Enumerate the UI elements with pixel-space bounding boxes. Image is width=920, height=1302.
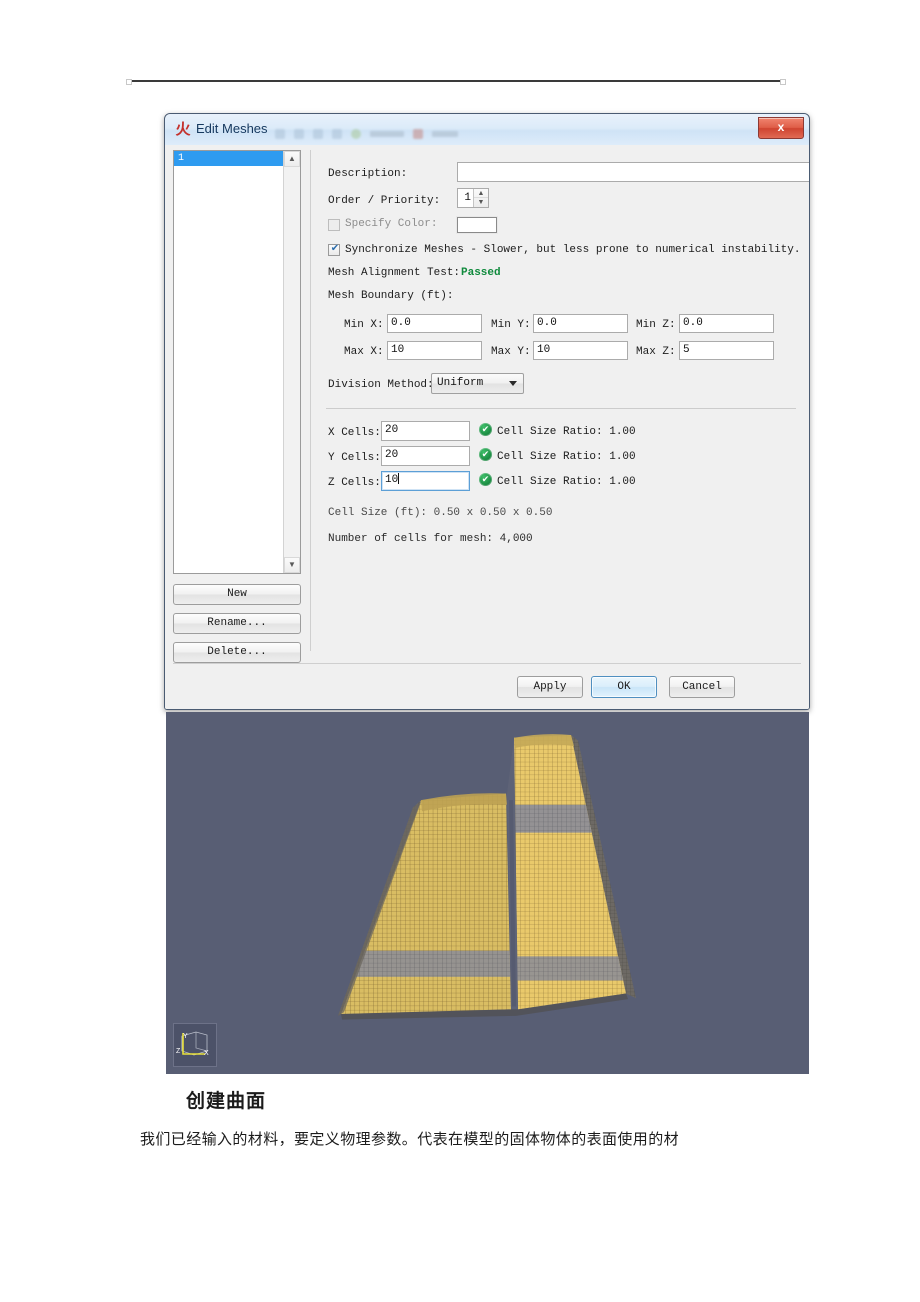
z-cells-label: Z Cells:	[328, 477, 381, 489]
order-priority-label: Order / Priority:	[328, 195, 441, 207]
alignment-test-label: Mesh Alignment Test:	[328, 267, 461, 279]
max-x-input[interactable]: 10	[387, 341, 482, 360]
check-circle-icon	[479, 422, 492, 436]
max-z-label: Max Z:	[636, 346, 676, 358]
axis-gizmo-icon	[181, 1031, 208, 1056]
mesh-list-panel[interactable]: 1 ▲ ▼	[173, 150, 301, 574]
footer-divider	[173, 663, 801, 664]
alignment-test-value: Passed	[461, 267, 501, 279]
document-page: 火 Edit Meshes x 1 ▲ ▼ New Rename... Dele…	[0, 0, 920, 1302]
ghost-icon	[413, 129, 423, 139]
list-scrollbar[interactable]: ▲ ▼	[283, 151, 300, 573]
delete-button[interactable]: Delete...	[173, 642, 301, 663]
min-z-input[interactable]: 0.0	[679, 314, 774, 333]
check-circle-icon	[479, 472, 492, 486]
max-y-label: Max Y:	[491, 346, 531, 358]
x-cells-label: X Cells:	[328, 427, 381, 439]
x-cell-size-ratio: Cell Size Ratio: 1.00	[497, 426, 636, 438]
mesh-geometry	[166, 712, 809, 1074]
dialog-body: 1 ▲ ▼ New Rename... Delete... Descriptio…	[165, 145, 809, 709]
specify-color-checkbox[interactable]	[328, 219, 340, 231]
y-cell-size-ratio: Cell Size Ratio: 1.00	[497, 451, 636, 463]
axis-label-x: X	[204, 1050, 209, 1057]
ok-button[interactable]: OK	[591, 676, 657, 698]
dialog-titlebar[interactable]: 火 Edit Meshes x	[165, 114, 809, 146]
description-input[interactable]	[457, 162, 809, 182]
z-cells-input[interactable]: 10	[381, 471, 470, 491]
document-header-rule	[126, 79, 786, 85]
close-icon[interactable]: x	[758, 117, 804, 139]
min-x-label: Min X:	[344, 319, 384, 331]
x-cells-input[interactable]: 20	[381, 421, 470, 441]
body-paragraph: 我们已经输入的材料，要定义物理参数。代表在模型的固体物体的表面使用的材	[140, 1130, 680, 1148]
max-x-label: Max X:	[344, 346, 384, 358]
scroll-up-icon[interactable]: ▲	[284, 151, 300, 167]
mesh-properties-form: Description: Order / Priority: 1 ▲ ▼ Spe…	[310, 150, 809, 651]
max-z-input[interactable]: 5	[679, 341, 774, 360]
division-method-select[interactable]: Uniform	[431, 373, 524, 394]
z-cells-value: 10	[385, 474, 399, 486]
background-toolbar-ghost	[275, 127, 749, 141]
cancel-button[interactable]: Cancel	[669, 676, 735, 698]
z-cell-size-ratio: Cell Size Ratio: 1.00	[497, 476, 636, 488]
pyrosim-flame-icon: 火	[175, 121, 191, 138]
max-y-input[interactable]: 10	[533, 341, 628, 360]
order-priority-value: 1	[464, 192, 471, 204]
rename-button[interactable]: Rename...	[173, 613, 301, 634]
mesh-boundary-label: Mesh Boundary (ft):	[328, 290, 454, 302]
ghost-icon	[294, 129, 304, 139]
axis-label-z: Z	[176, 1048, 181, 1055]
y-cells-input[interactable]: 20	[381, 446, 470, 466]
synchronize-meshes-label: Synchronize Meshes - Slower, but less pr…	[345, 244, 801, 256]
ghost-icon	[313, 129, 323, 139]
ghost-icon	[275, 129, 285, 139]
text-caret	[398, 473, 400, 484]
min-z-label: Min Z:	[636, 319, 676, 331]
division-method-value: Uniform	[437, 377, 484, 389]
stepper-arrows[interactable]: ▲ ▼	[473, 189, 488, 207]
edit-meshes-dialog: 火 Edit Meshes x 1 ▲ ▼ New Rename... Dele…	[164, 113, 810, 710]
specify-color-label: Specify Color:	[345, 218, 438, 230]
chevron-down-icon	[509, 381, 517, 386]
stepper-down-icon[interactable]: ▼	[474, 197, 488, 207]
scroll-down-icon[interactable]: ▼	[284, 557, 300, 573]
apply-button[interactable]: Apply	[517, 676, 583, 698]
ghost-label	[432, 131, 458, 137]
ghost-icon	[351, 129, 361, 139]
new-button[interactable]: New	[173, 584, 301, 605]
min-y-input[interactable]: 0.0	[533, 314, 628, 333]
description-label: Description:	[328, 168, 408, 180]
cell-count-text: Number of cells for mesh: 4,000	[328, 533, 533, 545]
y-cells-label: Y Cells:	[328, 452, 381, 464]
section-heading: 创建曲面	[186, 1090, 267, 1112]
ghost-icon	[332, 129, 342, 139]
min-y-label: Min Y:	[491, 319, 531, 331]
model-3d-viewport[interactable]: Y X Z	[166, 712, 809, 1074]
axis-label-y: Y	[183, 1033, 188, 1040]
division-method-label: Division Method:	[328, 379, 434, 391]
dialog-title: Edit Meshes	[196, 121, 268, 136]
axis-orientation-gizmo[interactable]: Y X Z	[173, 1023, 217, 1067]
cell-size-text: Cell Size (ft): 0.50 x 0.50 x 0.50	[328, 507, 553, 519]
check-circle-icon	[479, 447, 492, 461]
order-priority-stepper[interactable]: 1 ▲ ▼	[457, 188, 489, 208]
min-x-input[interactable]: 0.0	[387, 314, 482, 333]
list-item[interactable]: 1	[174, 151, 283, 166]
synchronize-meshes-checkbox[interactable]	[328, 243, 341, 256]
ghost-label	[370, 131, 404, 137]
form-divider	[326, 408, 796, 409]
color-swatch-button[interactable]	[457, 217, 497, 233]
